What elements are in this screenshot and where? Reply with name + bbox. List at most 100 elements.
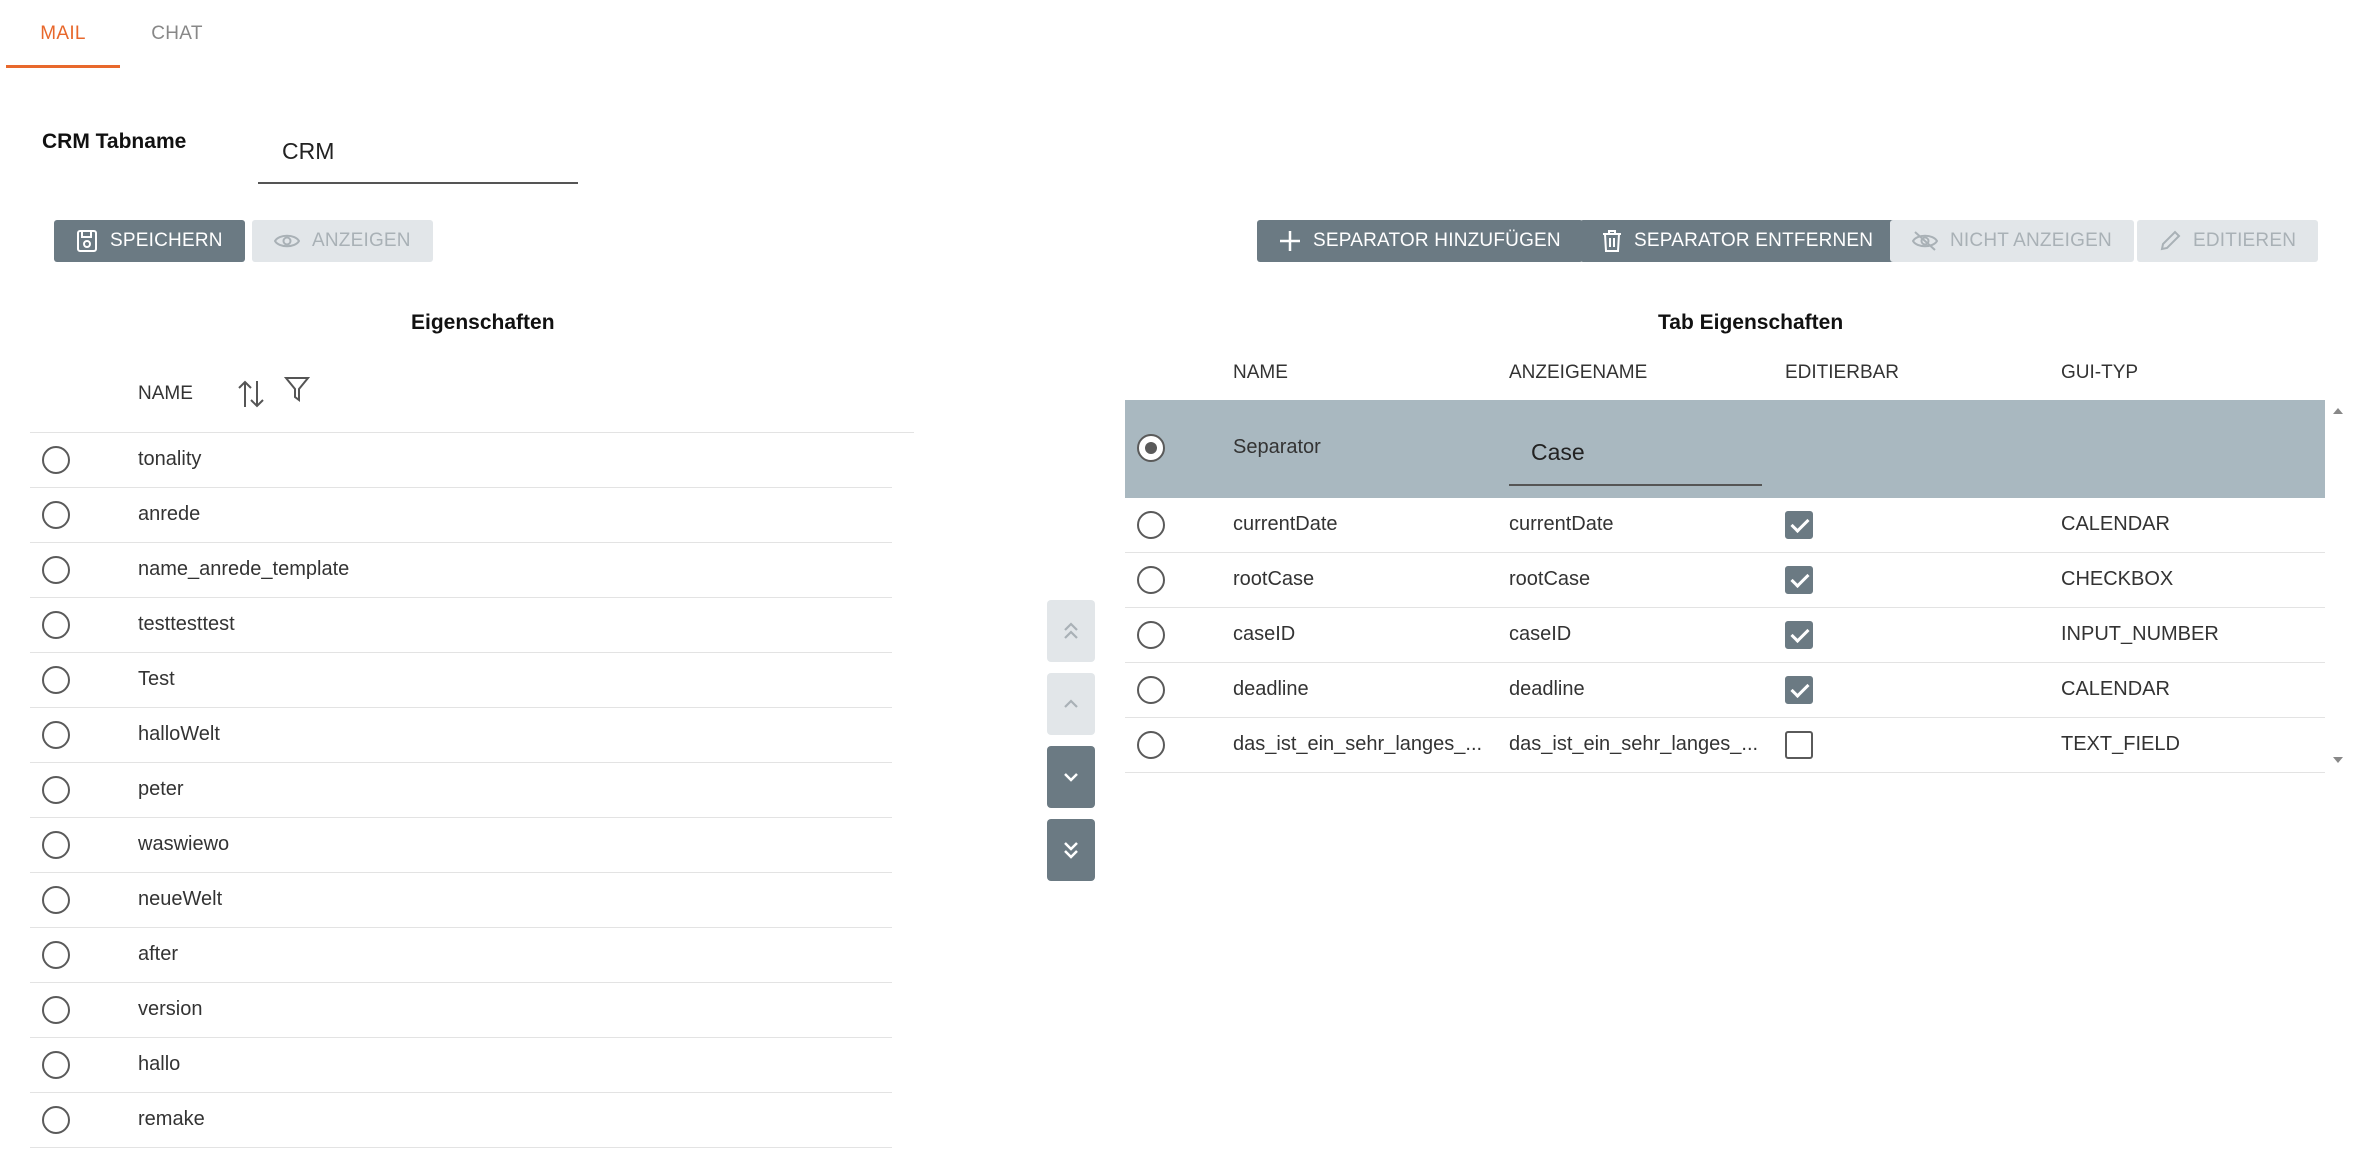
editable-checkbox[interactable] [1785,621,1813,649]
tab-chat[interactable]: CHAT [120,0,234,68]
column-header-editable: EDITIERBAR [1785,362,1900,383]
list-item[interactable]: testtesttest [30,598,892,653]
save-button-label: SPEICHERN [110,230,223,251]
row-gui-type: TEXT_FIELD [2061,733,2180,755]
row-display-name: deadline [1509,678,1585,700]
row-radio[interactable] [1137,566,1165,594]
remove-separator-label: SEPARATOR ENTFERNEN [1634,230,1874,251]
row-gui-type: CALENDAR [2061,513,2170,535]
trash-icon [1603,230,1621,252]
row-name: rootCase [1233,568,1315,590]
row-radio[interactable] [42,501,70,529]
list-item[interactable]: waswiewo [30,818,892,873]
hide-button[interactable]: NICHT ANZEIGEN [1890,220,2134,262]
column-header-display-name: ANZEIGENAME [1509,362,1648,383]
sort-icon[interactable] [237,379,265,414]
filter-icon[interactable] [283,375,311,408]
pencil-icon [2160,230,2181,251]
move-down-button[interactable] [1047,746,1095,808]
property-name: Test [138,668,175,690]
show-button-label: ANZEIGEN [312,230,411,251]
property-name: neueWelt [138,888,223,910]
editable-checkbox[interactable] [1785,566,1813,594]
list-item[interactable]: tonality [30,433,892,488]
list-item[interactable]: anrede [30,488,892,543]
property-name: waswiewo [138,833,230,855]
scroll-up-arrow-icon[interactable] [2333,408,2343,414]
move-up-button[interactable] [1047,673,1095,735]
property-name: halloWelt [138,723,220,745]
hide-button-label: NICHT ANZEIGEN [1950,230,2112,251]
property-name: remake [138,1108,205,1130]
remove-separator-button[interactable]: SEPARATOR ENTFERNEN [1580,220,1896,262]
save-button[interactable]: SPEICHERN [54,220,245,262]
table-row[interactable]: caseID caseID INPUT_NUMBER [1125,608,2325,663]
property-name: peter [138,778,184,800]
row-radio[interactable] [42,1051,70,1079]
row-radio[interactable] [42,996,70,1024]
separator-row[interactable]: Separator [1125,400,2325,498]
table-row[interactable]: currentDate currentDate CALENDAR [1125,498,2325,553]
plus-icon [1280,231,1300,251]
table-row[interactable]: das_ist_ein_sehr_langes_... das_ist_ein_… [1125,718,2325,773]
row-radio[interactable] [42,886,70,914]
column-header-gui-type: GUI-TYP [2061,362,2139,383]
row-radio[interactable] [42,611,70,639]
double-chevron-down-icon [1064,842,1078,859]
table-row[interactable]: rootCase rootCase CHECKBOX [1125,553,2325,608]
list-item[interactable]: peter [30,763,892,818]
row-radio[interactable] [42,941,70,969]
row-radio[interactable] [42,666,70,694]
row-gui-type: INPUT_NUMBER [2061,623,2219,645]
editable-checkbox[interactable] [1785,731,1813,759]
list-item[interactable]: neueWelt [30,873,892,928]
list-item[interactable]: Test [30,653,892,708]
row-radio[interactable] [1137,621,1165,649]
list-item[interactable]: hallo [30,1038,892,1093]
list-item[interactable]: version [30,983,892,1038]
row-radio[interactable] [42,721,70,749]
row-radio[interactable] [1137,434,1165,462]
editable-checkbox[interactable] [1785,676,1813,704]
property-name: after [138,943,179,965]
row-radio[interactable] [1137,676,1165,704]
crm-tabname-label: CRM Tabname [42,130,187,153]
list-item[interactable]: halloWelt [30,708,892,763]
tab-properties-title: Tab Eigenschaften [1658,311,1844,334]
show-button[interactable]: ANZEIGEN [252,220,433,262]
properties-table-header: NAME [30,365,914,433]
row-radio[interactable] [1137,731,1165,759]
property-name: anrede [138,503,201,525]
move-to-bottom-button[interactable] [1047,819,1095,881]
property-name: name_anrede_template [138,558,350,580]
editable-checkbox[interactable] [1785,511,1813,539]
table-row[interactable]: deadline deadline CALENDAR [1125,663,2325,718]
list-item[interactable]: after [30,928,892,983]
row-radio[interactable] [42,446,70,474]
list-item[interactable]: remake [30,1093,892,1148]
row-radio[interactable] [42,831,70,859]
scroll-down-arrow-icon[interactable] [2333,757,2343,763]
row-display-name: das_ist_ein_sehr_langes_... [1509,733,1759,755]
property-name: tonality [138,448,202,470]
add-separator-button[interactable]: SEPARATOR HINZUFÜGEN [1257,220,1583,262]
row-radio[interactable] [42,556,70,584]
row-gui-type: CALENDAR [2061,678,2170,700]
double-chevron-up-icon [1064,622,1078,639]
edit-button[interactable]: EDITIEREN [2137,220,2319,262]
crm-tabname-input[interactable] [258,120,578,184]
list-item[interactable]: name_anrede_template [30,543,892,598]
column-header-name[interactable]: NAME [138,383,193,405]
row-gui-type: CHECKBOX [2061,568,2174,590]
row-radio[interactable] [1137,511,1165,539]
move-to-top-button[interactable] [1047,600,1095,662]
row-display-name: rootCase [1509,568,1591,590]
row-radio[interactable] [42,776,70,804]
row-display-name: caseID [1509,623,1572,645]
separator-display-name-input[interactable] [1509,420,1762,486]
tab-mail[interactable]: MAIL [6,0,120,68]
row-radio[interactable] [42,1106,70,1134]
chevron-up-icon [1064,699,1078,708]
row-name: deadline [1233,678,1309,700]
save-icon [77,230,97,252]
